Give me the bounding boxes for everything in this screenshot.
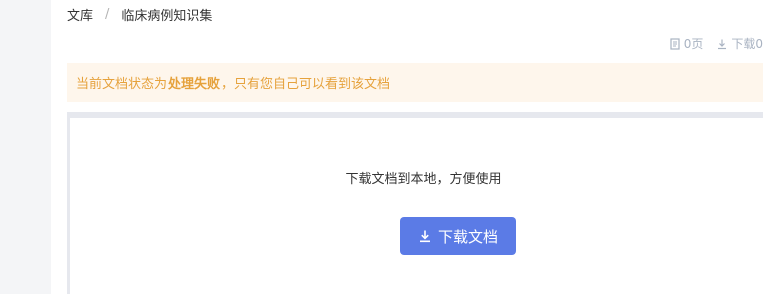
download-document-button[interactable]: 下载文档 [400, 217, 516, 255]
sidebar-gutter [0, 0, 51, 294]
breadcrumb-root-link[interactable]: 文库 [67, 5, 93, 24]
notice-status: 处理失败 [168, 77, 221, 92]
page-count: 0页 [669, 35, 704, 52]
viewer-content: 下载文档到本地，方便使用 下载文档 [70, 118, 763, 294]
download-button-label: 下载文档 [437, 227, 498, 246]
status-notice: 当前文档状态为 处理失败 ，只有您自己可以看到该文档 [67, 63, 763, 102]
download-count: 下载0 [716, 35, 763, 52]
notice-suffix: ，只有您自己可以看到该文档 [221, 77, 391, 92]
breadcrumb-separator: / [105, 7, 110, 22]
document-pages-icon [670, 37, 680, 50]
document-meta: 0页 下载0 [669, 35, 763, 52]
page-count-text: 0页 [683, 37, 704, 51]
breadcrumb: 文库 / 临床病例知识集 [67, 5, 212, 24]
notice-prefix: 当前文档状态为 [76, 77, 168, 92]
page: 文库 / 临床病例知识集 0页 下载0 当前文档状态为 处理失败 ，只有您自己可… [0, 0, 763, 294]
download-icon [718, 39, 727, 49]
download-count-text: 下载0 [731, 37, 763, 51]
download-icon [419, 230, 430, 243]
document-viewer: 下载文档到本地，方便使用 下载文档 [67, 112, 763, 294]
download-hint: 下载文档到本地，方便使用 [345, 172, 502, 187]
breadcrumb-current: 临床病例知识集 [121, 9, 213, 24]
